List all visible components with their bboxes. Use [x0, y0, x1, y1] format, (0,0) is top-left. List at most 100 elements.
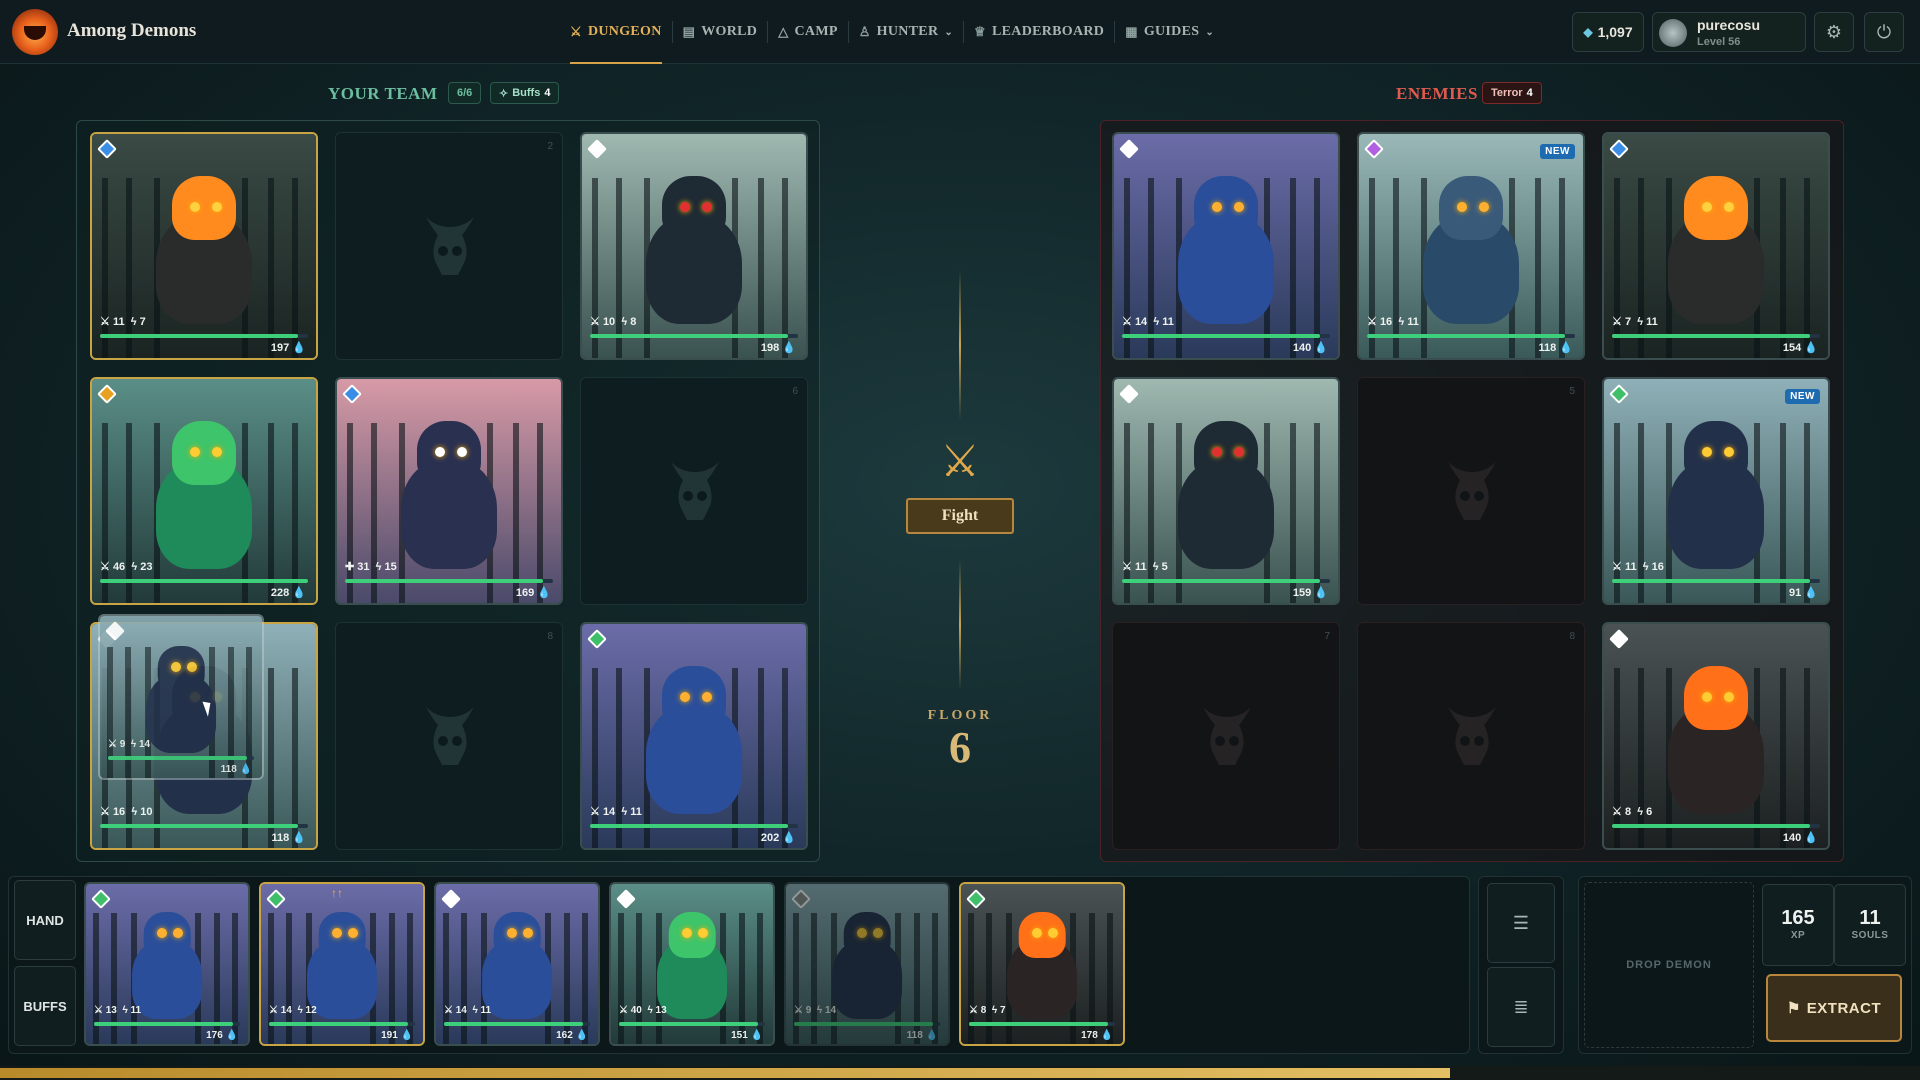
attack-icon: ⚔: [969, 1005, 978, 1016]
hp-bar-fill: [1122, 579, 1320, 583]
bolt-icon: ϟ: [1637, 806, 1644, 818]
nav-camp[interactable]: △ CAMP: [768, 0, 848, 64]
attack-icon: ⚔: [100, 561, 110, 573]
attack-icon: ⚔: [590, 806, 600, 818]
map-icon: ▤: [682, 24, 696, 39]
hp-bar-fill: [100, 579, 308, 583]
currency-display[interactable]: ◆ 1,097: [1572, 12, 1644, 52]
nav-dungeon[interactable]: ⚔ DUNGEON: [560, 0, 672, 64]
attack-icon: ⚔: [1122, 316, 1132, 328]
team-demon-card[interactable]: ✚ 31 ϟ 15 169 💧: [335, 377, 563, 605]
enemy-demon-card[interactable]: ⚔ 7 ϟ 11 154 💧: [1602, 132, 1830, 360]
new-badge: NEW: [1540, 144, 1575, 159]
attack-icon: ⚔: [94, 1005, 103, 1016]
enemy-demon-card[interactable]: NEW ⚔ 11 ϟ 16 91 💧: [1602, 377, 1830, 605]
nav-world[interactable]: ▤ WORLD: [673, 0, 768, 64]
hand-demon-card[interactable]: ⚔ 8 ϟ 7 178 💧: [959, 882, 1125, 1046]
attack-value: 40: [630, 1005, 642, 1016]
drop-demon-zone[interactable]: DROP DEMON: [1584, 882, 1754, 1048]
chevron-down-icon: ⌄: [944, 26, 954, 38]
enemy-demon-card[interactable]: ⚔ 14 ϟ 11 140 💧: [1112, 132, 1340, 360]
attack-icon: ⚔: [1122, 561, 1132, 573]
card-art: [611, 884, 773, 1044]
hp-bar: [100, 824, 308, 828]
tab-hand[interactable]: HAND: [14, 880, 76, 960]
hp-bar-fill: [345, 579, 543, 583]
brand-name[interactable]: Among Demons: [67, 20, 196, 42]
hp-value: 191 💧: [381, 1030, 413, 1041]
hp-bar-fill: [100, 334, 298, 338]
hand-demon-card[interactable]: ⚔ 14 ϟ 11 162 💧: [434, 882, 600, 1046]
enemy-empty-slot[interactable]: 7: [1112, 622, 1340, 850]
attack-value: 14: [602, 806, 616, 818]
team-demon-card[interactable]: ⚔ 11 ϟ 7 197 💧: [90, 132, 318, 360]
nav-leaderboard[interactable]: ♕ LEADERBOARD: [964, 0, 1114, 64]
team-demon-card[interactable]: ⚔ 10 ϟ 8 198 💧: [580, 132, 808, 360]
bolt-icon: ϟ: [1642, 561, 1649, 573]
hp-value: 151 💧: [731, 1030, 763, 1041]
card-stats: ⚔ 16 ϟ 11: [1367, 315, 1419, 328]
enemy-demon-card[interactable]: ⚔ 11 ϟ 5 159 💧: [1112, 377, 1340, 605]
hp-bar: [969, 1022, 1115, 1026]
enemy-empty-slot[interactable]: 5: [1357, 377, 1585, 605]
attack-icon: ⚔: [100, 316, 110, 328]
hp-value: 118 💧: [271, 832, 307, 844]
power-icon: ⏻: [1876, 21, 1892, 42]
crossed-swords-icon: ⚔: [940, 437, 980, 486]
card-stats: ⚔ 46 ϟ 23: [100, 560, 152, 573]
logout-button[interactable]: ⏻: [1864, 12, 1904, 52]
bolt-icon: ϟ: [130, 739, 137, 750]
hand-demon-card[interactable]: ↑↑ ⚔ 14 ϟ 12 191 💧: [259, 882, 425, 1046]
logo-icon[interactable]: [12, 9, 58, 55]
slot-number: 5: [1569, 386, 1575, 397]
card-stats: ⚔ 40 ϟ 13: [619, 1005, 667, 1016]
dragging-demon-card[interactable]: ⚔ 9 ϟ 14 118 💧: [98, 614, 264, 780]
enemy-empty-slot[interactable]: 8: [1357, 622, 1585, 850]
hp-bar-fill: [590, 334, 788, 338]
buff-icon: ✧: [499, 87, 509, 100]
hp-value: 140 💧: [1782, 832, 1818, 844]
team-buffs-badge[interactable]: ✧ Buffs 4: [490, 82, 560, 104]
hp-bar: [794, 1022, 940, 1026]
team-demon-card[interactable]: ⚔ 46 ϟ 23 228 💧: [90, 377, 318, 605]
fight-button[interactable]: Fight: [906, 498, 1014, 534]
list-view-button[interactable]: ≣: [1487, 967, 1555, 1047]
tab-buffs[interactable]: BUFFS: [14, 966, 76, 1046]
hp-bar: [269, 1022, 415, 1026]
hand-demon-card[interactable]: ⚔ 40 ϟ 13 151 💧: [609, 882, 775, 1046]
team-empty-slot[interactable]: 2: [335, 132, 563, 360]
hp-value: 118 💧: [906, 1030, 938, 1041]
team-empty-slot[interactable]: 6: [580, 377, 808, 605]
attack-value: 8: [980, 1005, 987, 1016]
hand-demon-card[interactable]: ⚔ 13 ϟ 11 176 💧: [84, 882, 250, 1046]
progress-fill: [0, 1068, 1450, 1078]
enemy-demon-card[interactable]: ⚔ 8 ϟ 6 140 💧: [1602, 622, 1830, 850]
user-profile[interactable]: purecosu Level 56: [1652, 12, 1806, 52]
sort-button[interactable]: ☰: [1487, 883, 1555, 963]
team-empty-slot[interactable]: 8: [335, 622, 563, 850]
bolt-icon: ϟ: [297, 1005, 303, 1016]
extract-button[interactable]: ⚑ EXTRACT: [1766, 974, 1902, 1042]
bolt-icon: ϟ: [1637, 316, 1644, 328]
nav-guides[interactable]: ▦ GUIDES ⌄: [1115, 0, 1224, 64]
bolt-icon: ϟ: [472, 1005, 478, 1016]
speed-value: 23: [140, 561, 153, 573]
card-art: [86, 884, 248, 1044]
card-art: [436, 884, 598, 1044]
attack-value: 11: [1624, 561, 1637, 573]
nav-hunter[interactable]: ♙ HUNTER ⌄: [849, 0, 963, 64]
hand-demon-card[interactable]: ⚔ 9 ϟ 14 118 💧: [784, 882, 950, 1046]
hp-value: 91 💧: [1789, 587, 1818, 599]
team-demon-card[interactable]: ⚔ 14 ϟ 11 202 💧: [580, 622, 808, 850]
enemy-demon-card[interactable]: NEW ⚔ 16 ϟ 11 118 💧: [1357, 132, 1585, 360]
hp-bar: [1612, 334, 1820, 338]
settings-button[interactable]: ⚙: [1814, 12, 1854, 52]
crossed-swords-icon: ⚔: [570, 24, 582, 39]
skull-icon: [1448, 462, 1496, 520]
new-badge: NEW: [1785, 389, 1820, 404]
tent-icon: △: [778, 24, 789, 39]
hp-value: 228 💧: [270, 587, 306, 599]
attack-value: 14: [280, 1005, 292, 1016]
avatar: [1659, 19, 1687, 47]
flag-icon: ⚑: [1786, 1000, 1801, 1017]
